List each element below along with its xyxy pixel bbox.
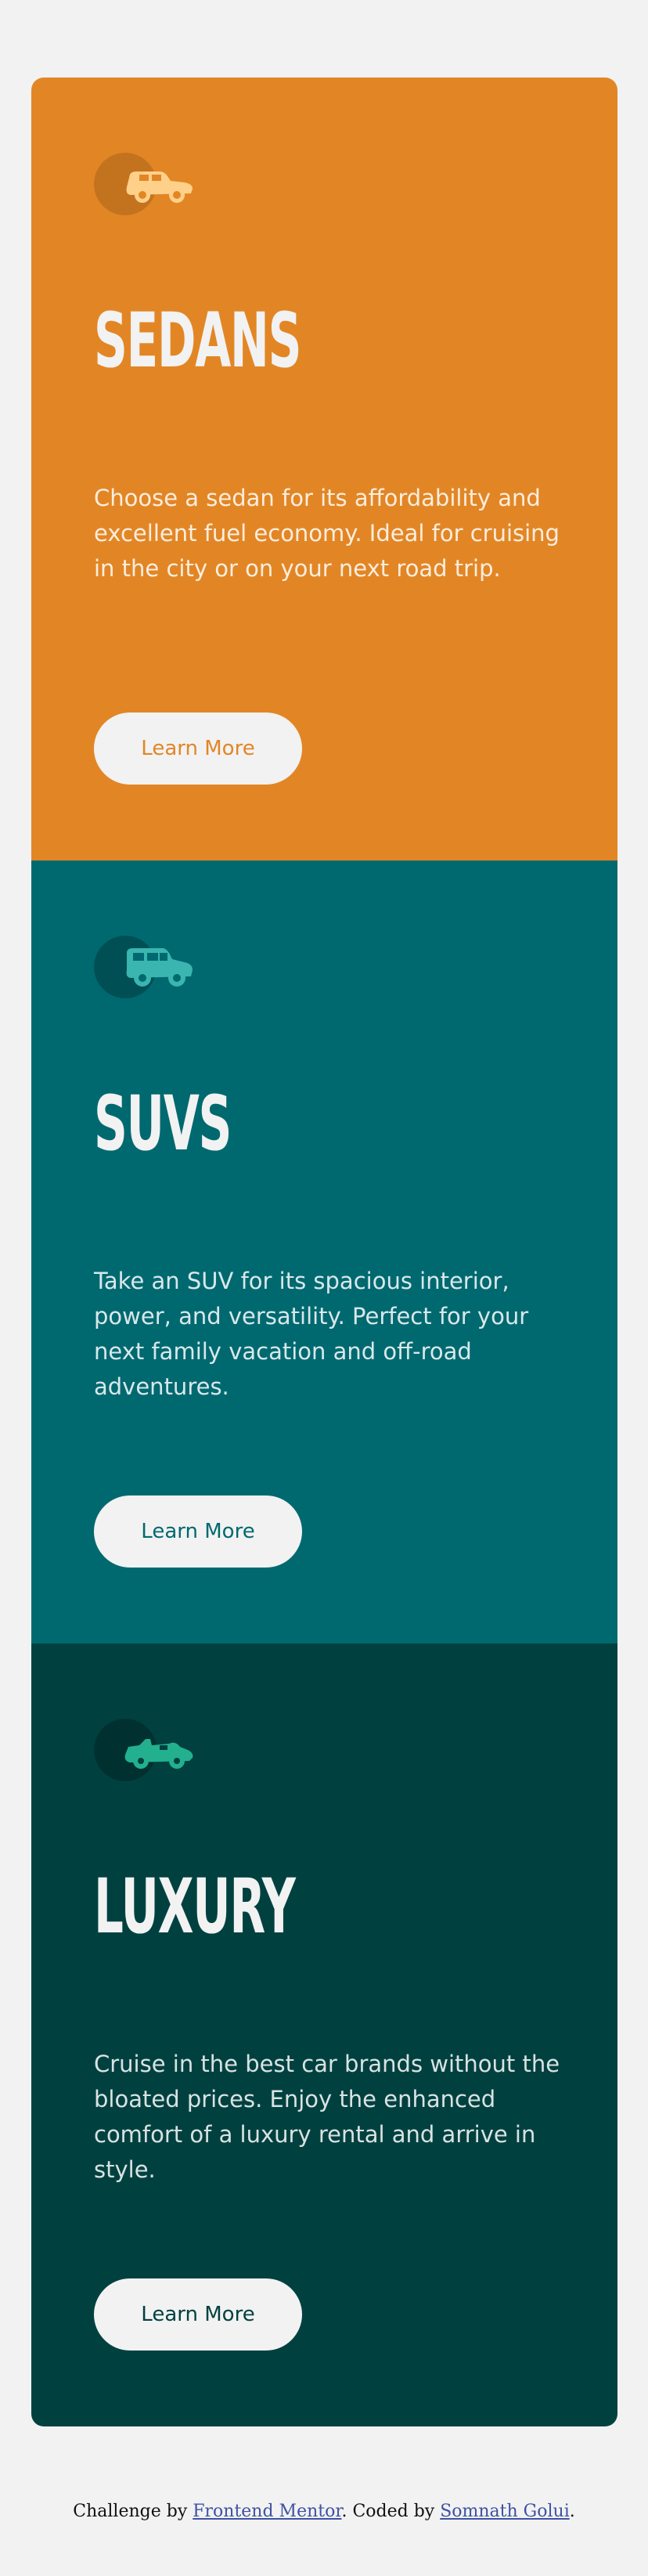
learn-more-button[interactable]: Learn More <box>94 2278 302 2351</box>
author-link[interactable]: Somnath Golui <box>440 2502 570 2521</box>
attribution-prefix: Challenge by <box>73 2502 193 2521</box>
suv-car-icon <box>94 936 196 998</box>
learn-more-button[interactable]: Learn More <box>94 713 302 785</box>
sedan-car-icon <box>94 153 196 215</box>
card-title: SUVS <box>94 1080 232 1167</box>
attribution-middle: . Coded by <box>341 2502 441 2521</box>
card-title: SEDANS <box>94 297 301 384</box>
suvs-card: SUVS Take an SUV for its spacious interi… <box>31 860 617 1643</box>
sedans-card: SEDANS Choose a sedan for its affordabil… <box>31 78 617 860</box>
card-title: LUXURY <box>94 1863 296 1950</box>
card-description: Cruise in the best car brands without th… <box>94 2051 560 2183</box>
luxury-car-icon <box>94 1719 196 1781</box>
learn-more-button[interactable]: Learn More <box>94 1495 302 1568</box>
car-cards: SEDANS Choose a sedan for its affordabil… <box>31 78 617 2426</box>
luxury-card: LUXURY Cruise in the best car brands wit… <box>31 1643 617 2426</box>
attribution-suffix: . <box>569 2502 575 2521</box>
attribution: Challenge by Frontend Mentor. Coded by S… <box>0 2502 648 2521</box>
card-description: Choose a sedan for its affordability and… <box>94 485 560 582</box>
card-description: Take an SUV for its spacious interior, p… <box>94 1268 529 1400</box>
frontend-mentor-link[interactable]: Frontend Mentor <box>193 2502 341 2521</box>
